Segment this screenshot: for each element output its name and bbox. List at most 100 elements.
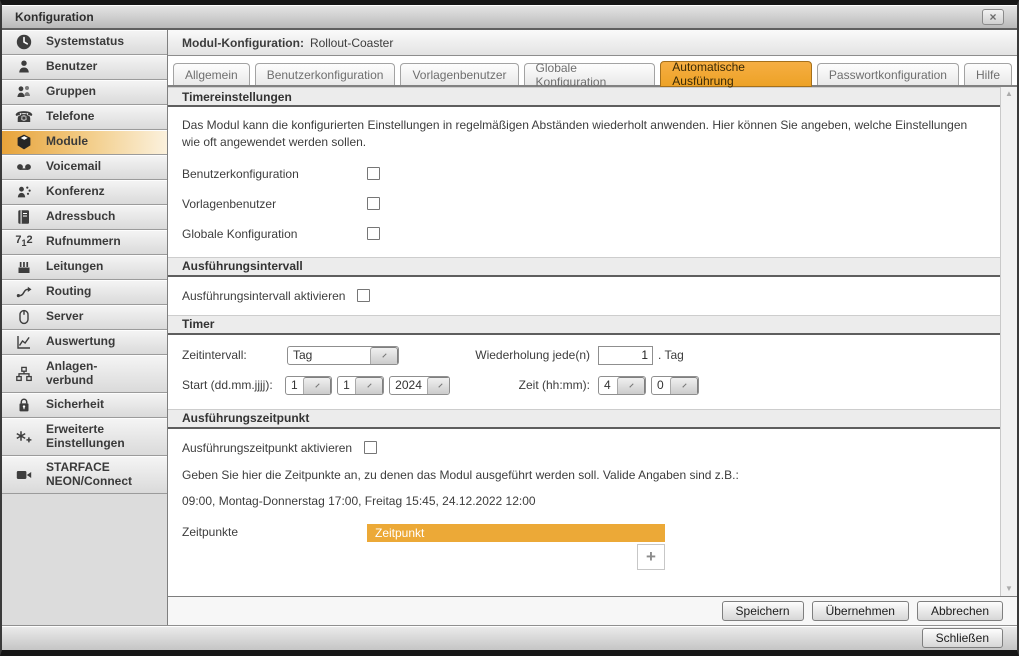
chevron-down-icon: [617, 377, 645, 395]
timer-row-intervall: Zeitintervall: Tag Wiederholung jede(n) …: [182, 346, 986, 365]
sidebar-item-benutzer[interactable]: Benutzer: [2, 55, 167, 80]
start-year-select[interactable]: 2024: [389, 376, 450, 395]
voicemail-icon: [2, 158, 46, 176]
timer-row-start: Start (dd.mm.jjjj): 1 1 2024: [182, 376, 986, 395]
sidebar-item-server[interactable]: Server: [2, 305, 167, 330]
schliessen-button[interactable]: Schließen: [922, 628, 1003, 648]
camera-icon: [2, 466, 46, 484]
checkbox-row: Benutzerkonfiguration: [182, 167, 986, 181]
uebernehmen-button[interactable]: Übernehmen: [812, 601, 909, 621]
sidebar-item-starface-neon-connect[interactable]: STARFACE NEON/Connect: [2, 456, 167, 494]
module-header: Modul-Konfiguration: Rollout-Coaster: [168, 30, 1017, 56]
chevron-down-icon: [370, 347, 398, 365]
vorlagenbenutzer-checkbox[interactable]: [367, 197, 380, 210]
module-header-label: Modul-Konfiguration:: [182, 36, 304, 50]
sidebar-item-adressbuch[interactable]: Adressbuch: [2, 205, 167, 230]
tab-hilfe[interactable]: Hilfe: [964, 63, 1012, 85]
ausfuehrungszeitpunkt-aktivieren-label: Ausführungszeitpunkt aktivieren: [182, 441, 352, 455]
zeitintervall-select[interactable]: Tag: [287, 346, 399, 365]
sidebar-item-auswertung[interactable]: Auswertung: [2, 330, 167, 355]
form-footer: Speichern Übernehmen Abbrechen: [168, 596, 1017, 625]
timereinstellungen-description: Das Modul kann die konfigurierten Einste…: [182, 117, 977, 151]
start-label: Start (dd.mm.jjjj):: [182, 378, 285, 392]
sidebar-item-konferenz[interactable]: Konferenz: [2, 180, 167, 205]
zeitpunkt-table-header: Zeitpunkt: [367, 524, 665, 542]
sidebar-item-routing[interactable]: Routing: [2, 280, 167, 305]
sidebar-item-anlagenverbund[interactable]: Anlagen- verbund: [2, 355, 167, 393]
abbrechen-button[interactable]: Abbrechen: [917, 601, 1003, 621]
zeitpunkte-label: Zeitpunkte: [182, 524, 367, 570]
server-icon: [2, 308, 46, 326]
routing-icon: [2, 283, 46, 301]
tab-automatische-ausfuehrung[interactable]: Automatische Ausführung: [660, 61, 812, 87]
tab-globale-konfiguration[interactable]: Globale Konfiguration: [524, 63, 656, 85]
section-header-timer: Timer: [168, 315, 1000, 335]
gear-plus-icon: [2, 428, 46, 446]
benutzerkonfiguration-checkbox[interactable]: [367, 167, 380, 180]
group-icon: [2, 83, 46, 101]
chevron-down-icon: [670, 377, 698, 395]
start-month-select[interactable]: 1: [337, 376, 384, 395]
main-panel: Modul-Konfiguration: Rollout-Coaster All…: [168, 30, 1017, 625]
sidebar-item-gruppen[interactable]: Gruppen: [2, 80, 167, 105]
sidebar-item-leitungen[interactable]: Leitungen: [2, 255, 167, 280]
sidebar-item-rufnummern[interactable]: 712 Rufnummern: [2, 230, 167, 255]
zeit-minute-select[interactable]: 0: [651, 376, 699, 395]
chevron-down-icon: [427, 377, 450, 395]
user-icon: [2, 58, 46, 76]
tab-allgemein[interactable]: Allgemein: [173, 63, 250, 85]
configuration-window: Konfiguration × Systemstatus Benutzer: [0, 0, 1019, 656]
zeitpunkte-row: Zeitpunkte Zeitpunkt +: [182, 524, 986, 570]
wiederholung-label: Wiederholung jede(n): [455, 348, 590, 362]
sidebar-item-voicemail[interactable]: Voicemail: [2, 155, 167, 180]
addressbook-icon: [2, 208, 46, 226]
sidebar-item-module[interactable]: Module: [2, 130, 167, 155]
ausfuehrungsintervall-aktivieren-checkbox[interactable]: [357, 289, 370, 302]
plus-icon: +: [646, 547, 656, 567]
section-header-timereinstellungen: Timereinstellungen: [168, 87, 1000, 107]
tab-benutzerkonfiguration[interactable]: Benutzerkonfiguration: [255, 63, 396, 85]
conference-icon: [2, 183, 46, 201]
start-day-select[interactable]: 1: [285, 376, 332, 395]
wiederholung-input[interactable]: [598, 346, 653, 365]
globale-konfiguration-checkbox[interactable]: [367, 227, 380, 240]
chevron-down-icon: [355, 377, 383, 395]
checkbox-label-benutzerkonfiguration: Benutzerkonfiguration: [182, 167, 367, 181]
sidebar-item-erweiterte-einstellungen[interactable]: Erweiterte Einstellungen: [2, 418, 167, 456]
lock-icon: [2, 396, 46, 414]
window-title: Konfiguration: [2, 10, 982, 24]
zeitpunkt-examples: 09:00, Montag-Donnerstag 17:00, Freitag …: [182, 493, 977, 510]
module-cube-icon: [2, 133, 46, 151]
close-icon: ×: [989, 11, 996, 23]
window-footer: Schließen: [2, 625, 1017, 650]
ausfuehrungszeitpunkt-aktivieren-checkbox[interactable]: [364, 441, 377, 454]
tab-content: Timereinstellungen Das Modul kann die ko…: [168, 87, 1000, 596]
zeit-label: Zeit (hh:mm):: [455, 378, 590, 392]
zeit-hour-select[interactable]: 4: [598, 376, 646, 395]
checkbox-label-globale-konfiguration: Globale Konfiguration: [182, 227, 367, 241]
clock-icon: [2, 33, 46, 51]
vertical-scrollbar[interactable]: ▲ ▼: [1000, 87, 1017, 596]
network-icon: [2, 365, 46, 383]
numbers-icon: 712: [2, 235, 46, 248]
sidebar-item-sicherheit[interactable]: Sicherheit: [2, 393, 167, 418]
checkbox-row: Vorlagenbenutzer: [182, 197, 986, 211]
checkbox-label-vorlagenbenutzer: Vorlagenbenutzer: [182, 197, 367, 211]
scroll-down-icon[interactable]: ▼: [1005, 585, 1013, 593]
checkbox-row: Globale Konfiguration: [182, 227, 986, 241]
speichern-button[interactable]: Speichern: [722, 601, 804, 621]
checkbox-row: Ausführungszeitpunkt aktivieren: [182, 441, 986, 455]
tab-passwortkonfiguration[interactable]: Passwortkonfiguration: [817, 63, 959, 85]
sidebar-item-telefone[interactable]: ☎ Telefone: [2, 105, 167, 130]
title-bar: Konfiguration ×: [2, 5, 1017, 30]
add-zeitpunkt-button[interactable]: +: [637, 544, 665, 570]
sidebar: Systemstatus Benutzer Gruppen ☎ Telefone: [2, 30, 168, 625]
wiederholung-suffix: . Tag: [658, 348, 684, 362]
sidebar-item-systemstatus[interactable]: Systemstatus: [2, 30, 167, 55]
section-header-ausfuehrungsintervall: Ausführungsintervall: [168, 257, 1000, 277]
scroll-up-icon[interactable]: ▲: [1005, 90, 1013, 98]
tab-vorlagenbenutzer[interactable]: Vorlagenbenutzer: [400, 63, 518, 85]
ausfuehrungsintervall-aktivieren-label: Ausführungsintervall aktivieren: [182, 289, 345, 303]
close-button[interactable]: ×: [982, 9, 1004, 25]
zeitpunkt-description: Geben Sie hier die Zeitpunkte an, zu den…: [182, 467, 977, 484]
